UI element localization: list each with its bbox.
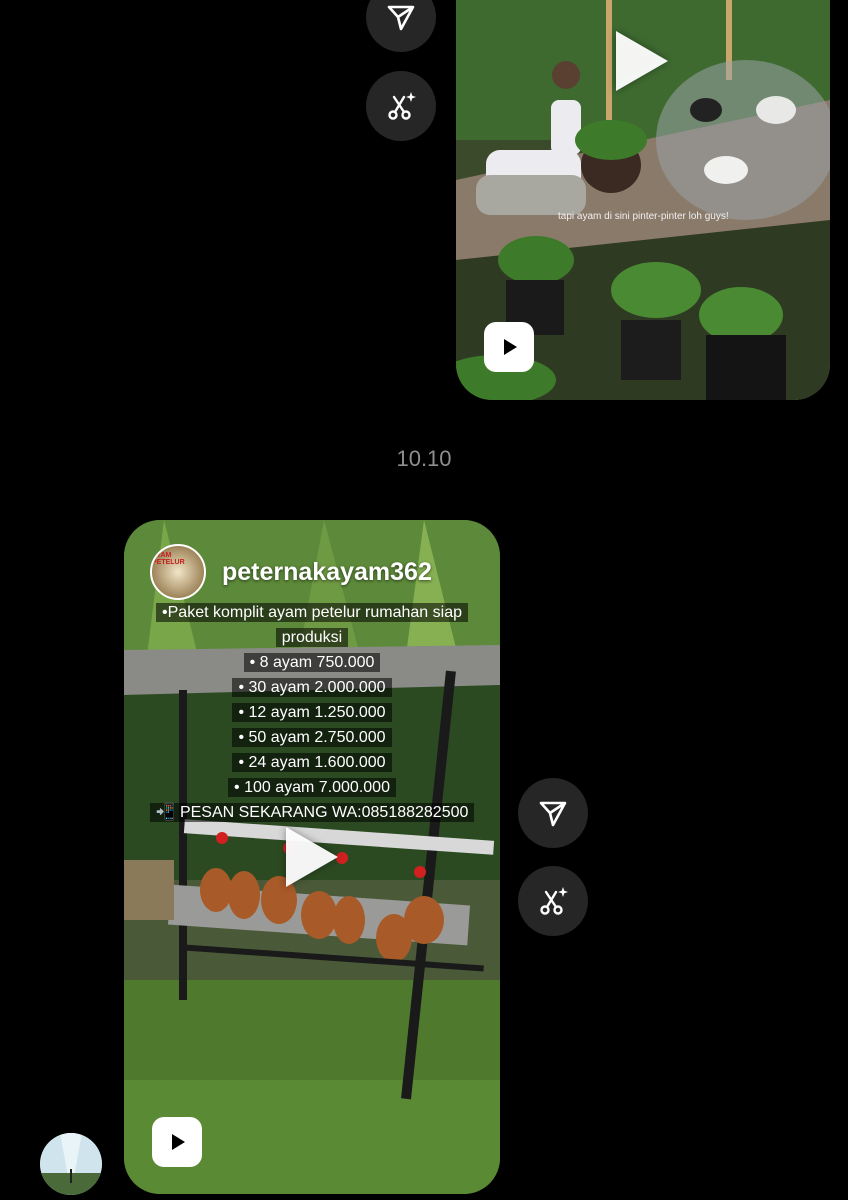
caption-line-2: produksi [124,625,500,650]
reels-icon [152,1117,202,1167]
reel-message-top[interactable]: tapi ayam di sini pinter-pinter loh guys… [456,0,830,400]
caption-line-1: •Paket komplit ayam petelur rumahan siap [124,600,500,625]
account-username: peternakayam362 [222,558,432,586]
remix-icon [388,92,416,120]
send-icon [539,801,567,827]
remix-button[interactable] [518,866,588,936]
play-icon[interactable] [286,827,338,887]
price-line-24: • 24 ayam 1.600.000 [124,750,500,775]
reel-top-caption: tapi ayam di sini pinter-pinter loh guys… [558,211,729,222]
message-timestamp: 10.10 [396,446,452,471]
order-contact-line: 📲 PESAN SEKARANG WA:085188282500 [124,800,500,825]
play-icon[interactable] [616,31,668,91]
share-button[interactable] [518,778,588,848]
price-line-50: • 50 ayam 2.750.000 [124,725,500,750]
price-line-12: • 12 ayam 1.250.000 [124,700,500,725]
reels-icon [484,322,534,372]
price-line-8: • 8 ayam 750.000 [124,650,500,675]
avatar-image [40,1133,102,1195]
share-button[interactable] [366,0,436,52]
sender-avatar[interactable] [40,1133,102,1195]
remix-button[interactable] [366,71,436,141]
price-line-100: • 100 ayam 7.000.000 [124,775,500,800]
account-logo: AYAM PETELUR [150,544,206,600]
reel-message-bottom[interactable]: AYAM PETELUR peternakayam362 •Paket komp… [124,520,500,1194]
price-line-30: • 30 ayam 2.000.000 [124,675,500,700]
send-icon [387,5,415,31]
remix-icon [540,887,568,915]
